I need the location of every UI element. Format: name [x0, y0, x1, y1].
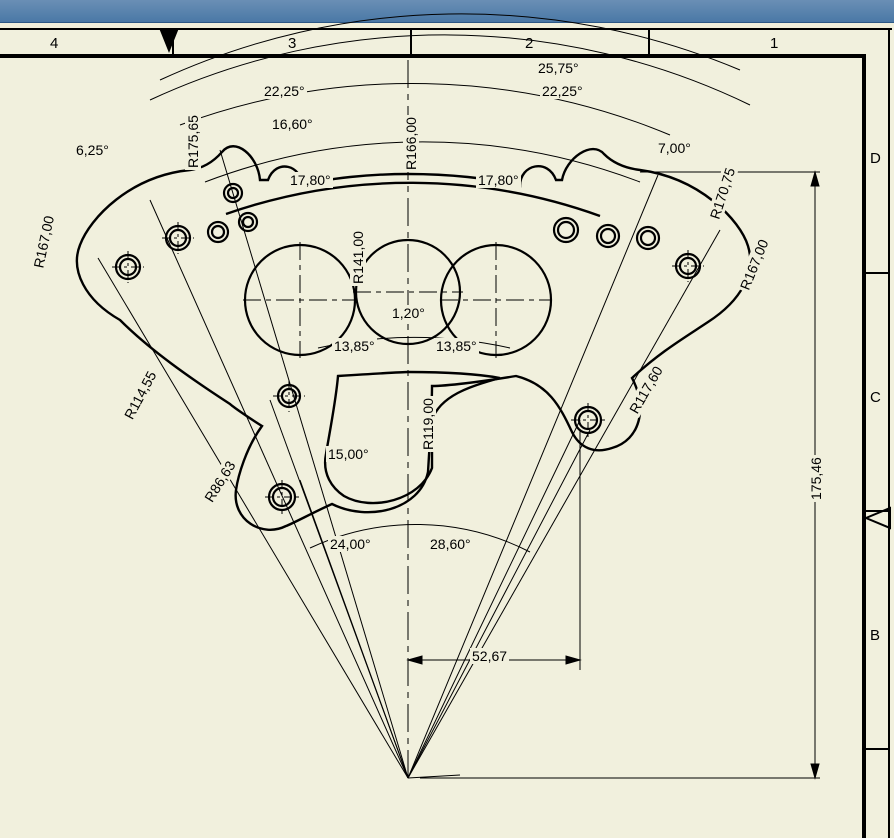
dim-ang-16-60: 16,60° [270, 116, 315, 132]
dim-r175-65: R175,65 [185, 113, 201, 170]
dim-ang-6-25: 6,25° [74, 142, 111, 158]
dim-ang-1-20: 1,20° [390, 305, 427, 321]
dim-ang-28-60: 28,60° [428, 536, 473, 552]
dim-r141: R141,00 [350, 229, 366, 286]
dim-ang-13-85-r: 13,85° [434, 338, 479, 354]
dim-52-67: 52,67 [470, 648, 509, 664]
dim-ang-13-85-l: 13,85° [332, 338, 377, 354]
dim-r119: R119,00 [420, 396, 436, 452]
dim-ang-24-00: 24,00° [328, 536, 373, 552]
dim-ang-17-80-r: 17,80° [476, 172, 521, 188]
dim-175-46: 175,46 [808, 455, 824, 502]
dim-ang-15-00: 15,00° [326, 446, 371, 462]
dim-ang-22-25-l: 22,25° [262, 83, 307, 99]
dim-ang-17-80-l: 17,80° [288, 172, 333, 188]
dim-r166: R166,00 [403, 115, 419, 172]
dim-ang-25-75: 25,75° [536, 60, 581, 76]
dim-ang-7-00: 7,00° [656, 140, 693, 156]
dim-ang-22-25-r: 22,25° [540, 83, 585, 99]
